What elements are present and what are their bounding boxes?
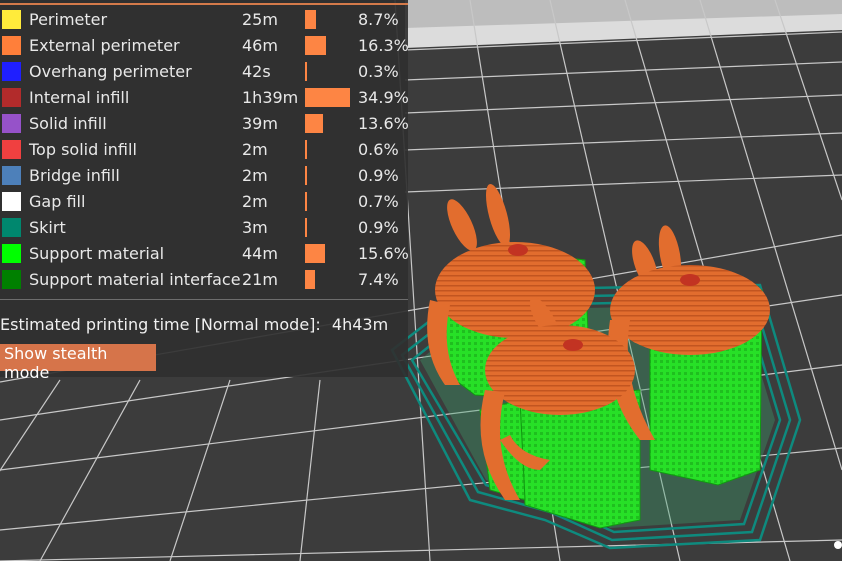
legend-feature-label: Overhang perimeter <box>29 62 192 81</box>
legend-share-bar <box>305 218 307 237</box>
legend-percent-value: 0.9% <box>358 218 399 237</box>
legend-color-swatch <box>2 36 21 55</box>
legend-row: Support material interface 21m 7.4% <box>0 267 408 293</box>
legend-color-swatch <box>2 270 21 289</box>
legend-feature-label: Bridge infill <box>29 166 120 185</box>
legend-time-value: 1h39m <box>242 88 299 107</box>
legend-color-swatch <box>2 244 21 263</box>
legend-feature-label: Skirt <box>29 218 66 237</box>
legend-top-divider <box>0 3 408 5</box>
legend-color-swatch <box>2 192 21 211</box>
legend-separator <box>0 299 408 300</box>
legend-percent-value: 0.6% <box>358 140 399 159</box>
legend-share-bar <box>305 114 323 133</box>
legend-share-bar <box>305 244 326 263</box>
legend-feature-label: Support material interface <box>29 270 241 289</box>
estimated-time-label: Estimated printing time [Normal mode]: <box>0 315 321 334</box>
legend-share-bar <box>305 36 327 55</box>
legend-color-swatch <box>2 62 21 81</box>
legend-time-value: 46m <box>242 36 278 55</box>
legend-percent-value: 0.7% <box>358 192 399 211</box>
legend-share-bar <box>305 192 307 211</box>
legend-time-value: 42s <box>242 62 271 81</box>
legend-percent-value: 15.6% <box>358 244 409 263</box>
legend-panel: Perimeter 25m 8.7% External perimeter 46m 16.… <box>0 0 409 382</box>
legend-share-bar <box>305 140 307 159</box>
legend-percent-value: 13.6% <box>358 114 409 133</box>
legend-time-value: 2m <box>242 192 268 211</box>
legend-feature-label: Gap fill <box>29 192 86 211</box>
legend-time-value: 21m <box>242 270 278 289</box>
legend-row: Top solid infill 2m 0.6% <box>0 137 408 163</box>
legend-percent-value: 8.7% <box>358 10 399 29</box>
legend-percent-value: 16.3% <box>358 36 409 55</box>
legend-row: Support material 44m 15.6% <box>0 241 409 267</box>
legend-row: External perimeter 46m 16.3% <box>0 33 409 59</box>
legend-row: Skirt 3m 0.9% <box>0 215 408 241</box>
legend-share-bar <box>305 62 307 81</box>
legend-row: Internal infill 1h39m 34.9% <box>0 85 409 111</box>
legend-share-bar <box>305 88 350 107</box>
legend-time-value: 3m <box>242 218 268 237</box>
legend-share-bar <box>305 10 317 29</box>
viewport-indicator <box>834 541 842 549</box>
legend-feature-label: Internal infill <box>29 88 130 107</box>
legend-feature-label: Support material <box>29 244 165 263</box>
legend-color-swatch <box>2 218 21 237</box>
legend-row: Bridge infill 2m 0.9% <box>0 163 408 189</box>
legend-row: Gap fill 2m 0.7% <box>0 189 408 215</box>
legend-time-value: 25m <box>242 10 278 29</box>
legend-time-value: 2m <box>242 140 268 159</box>
legend-percent-value: 34.9% <box>358 88 409 107</box>
legend-color-swatch <box>2 140 21 159</box>
legend-time-value: 2m <box>242 166 268 185</box>
legend-color-swatch <box>2 166 21 185</box>
legend-color-swatch <box>2 114 21 133</box>
legend-feature-label: Top solid infill <box>29 140 137 159</box>
legend-share-bar <box>305 166 307 185</box>
legend-share-bar <box>305 270 315 289</box>
show-stealth-mode-button[interactable]: Show stealth mode <box>0 344 156 382</box>
legend-percent-value: 0.9% <box>358 166 399 185</box>
legend-time-value: 39m <box>242 114 278 133</box>
legend-row: Overhang perimeter 42s 0.3% <box>0 59 408 85</box>
legend-feature-label: Perimeter <box>29 10 108 29</box>
legend-feature-label: External perimeter <box>29 36 180 55</box>
legend-color-swatch <box>2 88 21 107</box>
legend-percent-value: 0.3% <box>358 62 399 81</box>
legend-row: Solid infill 39m 13.6% <box>0 111 409 137</box>
legend-row: Perimeter 25m 8.7% <box>0 7 408 33</box>
legend-feature-label: Solid infill <box>29 114 107 133</box>
legend-percent-value: 7.4% <box>358 270 399 289</box>
legend-time-value: 44m <box>242 244 278 263</box>
estimated-printing-time: Estimated printing time [Normal mode]: 4… <box>0 315 388 334</box>
estimated-time-value: 4h43m <box>331 315 389 334</box>
legend-color-swatch <box>2 10 21 29</box>
